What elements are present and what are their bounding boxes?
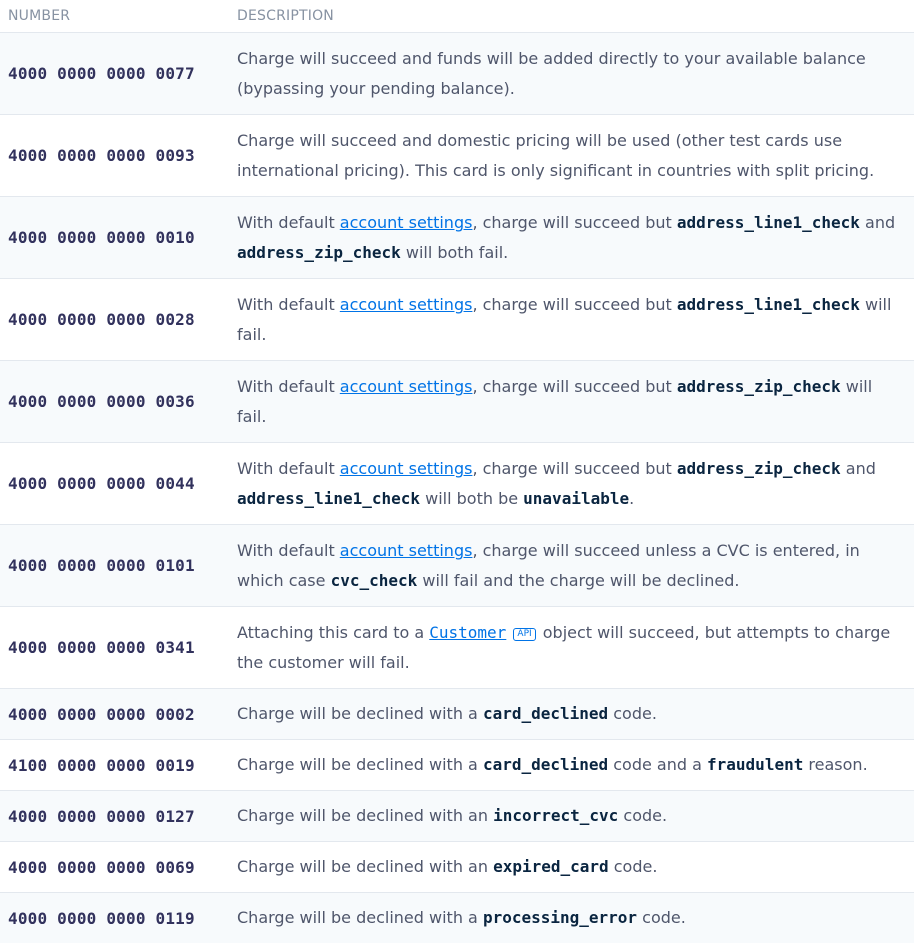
number-column-header: NUMBER <box>0 0 229 33</box>
card-description: Charge will be declined with an incorrec… <box>229 791 914 842</box>
decline-code: card_declined <box>483 755 608 774</box>
account-settings-link[interactable]: account settings <box>340 541 473 560</box>
card-number[interactable]: 4000 0000 0000 0341 <box>0 607 229 689</box>
decline-code: expired_card <box>493 857 609 876</box>
card-description: With default account settings, charge wi… <box>229 197 914 279</box>
account-settings-link[interactable]: account settings <box>340 213 473 232</box>
card-number[interactable]: 4000 0000 0000 0044 <box>0 443 229 525</box>
card-number[interactable]: 4000 0000 0000 0127 <box>0 791 229 842</box>
card-description: Charge will be declined with a card_decl… <box>229 740 914 791</box>
table-row: 4000 0000 0000 0010 With default account… <box>0 197 914 279</box>
table-header-row: NUMBER DESCRIPTION <box>0 0 914 33</box>
check-code: address_line1_check <box>237 489 420 508</box>
account-settings-link[interactable]: account settings <box>340 377 473 396</box>
decline-code: processing_error <box>483 908 637 927</box>
check-code: cvc_check <box>331 571 418 590</box>
table-row: 4000 0000 0000 0044 With default account… <box>0 443 914 525</box>
card-description: With default account settings, charge wi… <box>229 279 914 361</box>
table-row: 4000 0000 0000 0127 Charge will be decli… <box>0 791 914 842</box>
table-row: 4000 0000 0000 0036 With default account… <box>0 361 914 443</box>
card-number[interactable]: 4000 0000 0000 0036 <box>0 361 229 443</box>
card-description: With default account settings, charge wi… <box>229 443 914 525</box>
card-number[interactable]: 4000 0000 0000 0002 <box>0 689 229 740</box>
table-row: 4000 0000 0000 0341 Attaching this card … <box>0 607 914 689</box>
card-description: Charge will succeed and funds will be ad… <box>229 33 914 115</box>
description-column-header: DESCRIPTION <box>229 0 914 33</box>
card-number[interactable]: 4000 0000 0000 0077 <box>0 33 229 115</box>
check-code: address_line1_check <box>677 295 860 314</box>
check-code: address_zip_check <box>677 377 841 396</box>
card-description: Charge will succeed and domestic pricing… <box>229 115 914 197</box>
decline-code: card_declined <box>483 704 608 723</box>
card-description: Attaching this card to a Customer API ob… <box>229 607 914 689</box>
card-number[interactable]: 4000 0000 0000 0069 <box>0 842 229 893</box>
table-row: 4000 0000 0000 0028 With default account… <box>0 279 914 361</box>
decline-code: incorrect_cvc <box>493 806 618 825</box>
card-number[interactable]: 4000 0000 0000 0010 <box>0 197 229 279</box>
account-settings-link[interactable]: account settings <box>340 459 473 478</box>
reason-code: fraudulent <box>707 755 803 774</box>
table-row: 4000 0000 0000 0101 With default account… <box>0 525 914 607</box>
table-row: 4000 0000 0000 0069 Charge will be decli… <box>0 842 914 893</box>
table-row: 4000 0000 0000 0119 Charge will be decli… <box>0 893 914 943</box>
check-code: address_zip_check <box>677 459 841 478</box>
check-code: address_zip_check <box>237 243 401 262</box>
card-description: With default account settings, charge wi… <box>229 361 914 443</box>
card-number[interactable]: 4000 0000 0000 0093 <box>0 115 229 197</box>
check-code: unavailable <box>523 489 629 508</box>
card-description: Charge will be declined with a card_decl… <box>229 689 914 740</box>
card-description: Charge will be declined with a processin… <box>229 893 914 943</box>
customer-object-link[interactable]: Customer <box>429 623 506 642</box>
table-row: 4100 0000 0000 0019 Charge will be decli… <box>0 740 914 791</box>
account-settings-link[interactable]: account settings <box>340 295 473 314</box>
test-cards-table: NUMBER DESCRIPTION 4000 0000 0000 0077 C… <box>0 0 914 943</box>
card-number[interactable]: 4000 0000 0000 0101 <box>0 525 229 607</box>
card-description: Charge will be declined with an expired_… <box>229 842 914 893</box>
card-number[interactable]: 4000 0000 0000 0028 <box>0 279 229 361</box>
check-code: address_line1_check <box>677 213 860 232</box>
table-row: 4000 0000 0000 0077 Charge will succeed … <box>0 33 914 115</box>
api-badge[interactable]: API <box>513 628 535 641</box>
table-row: 4000 0000 0000 0002 Charge will be decli… <box>0 689 914 740</box>
table-row: 4000 0000 0000 0093 Charge will succeed … <box>0 115 914 197</box>
card-number[interactable]: 4000 0000 0000 0119 <box>0 893 229 943</box>
card-number[interactable]: 4100 0000 0000 0019 <box>0 740 229 791</box>
card-description: With default account settings, charge wi… <box>229 525 914 607</box>
